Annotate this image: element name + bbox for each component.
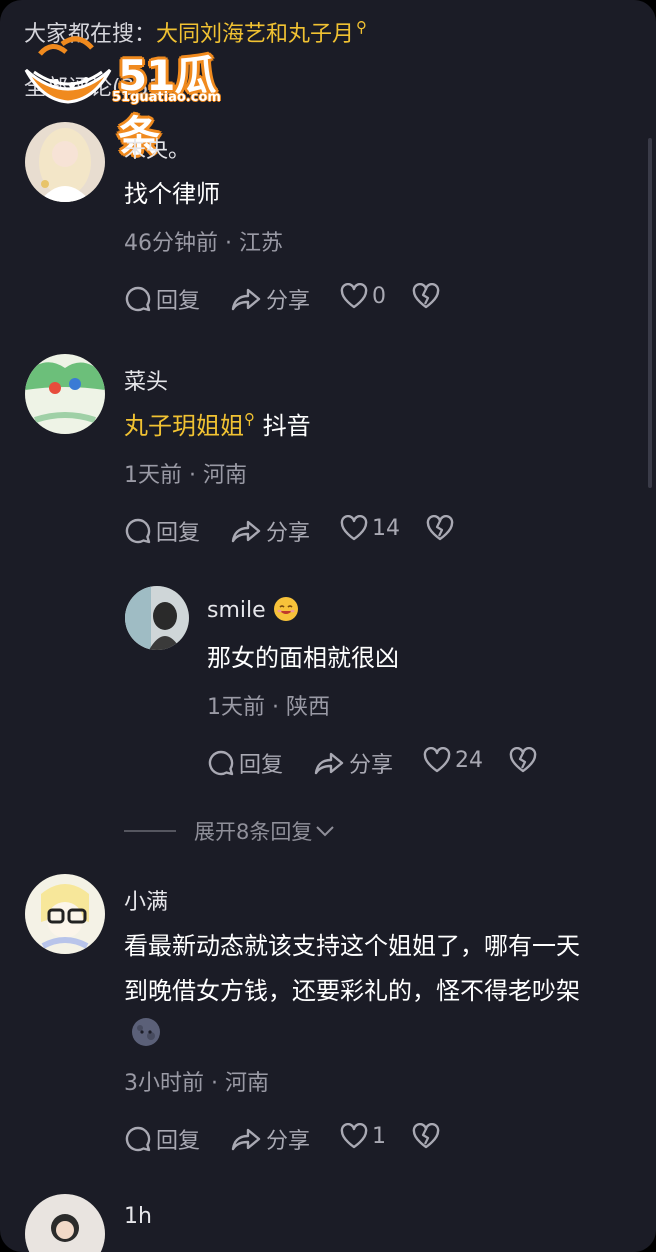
share-label: 分享 — [266, 521, 311, 546]
watermark-domain: 51guatiao.com — [112, 90, 221, 105]
like-count: 0 — [372, 283, 386, 309]
watermark-melon-icon — [24, 36, 112, 104]
search-icon: ⚲ — [356, 18, 368, 36]
share-button[interactable]: 分享 — [230, 1123, 310, 1155]
reply-label: 回复 — [156, 521, 201, 546]
broken-heart-icon — [426, 515, 454, 541]
scrollbar[interactable] — [648, 138, 652, 488]
like-button[interactable]: 14 — [340, 515, 400, 541]
heart-icon — [340, 515, 368, 541]
share-arrow-icon — [231, 288, 261, 311]
comment-panel: 大家都在搜：大同刘海艺和丸子月⚲ 全部评论(351) 51瓜条 51guatia… — [0, 0, 656, 1252]
broken-heart-icon — [412, 1123, 440, 1149]
comment-meta: 1天前 · 河南 — [124, 463, 247, 488]
avatar[interactable] — [25, 1194, 105, 1252]
comment-author[interactable]: 1h — [124, 1204, 152, 1229]
like-count: 1 — [372, 1123, 386, 1149]
comment-text-rest: 抖音 — [262, 412, 311, 440]
comment-actions: 回复 分享 0 — [124, 283, 464, 317]
heart-icon — [423, 747, 451, 773]
comment-text: 那女的面相就很凶 — [207, 644, 399, 672]
like-count: 14 — [372, 515, 400, 541]
comment-text-line: 看最新动态就该支持这个姐姐了，哪有一天 — [124, 932, 580, 960]
reply-label: 回复 — [156, 1129, 201, 1154]
share-button[interactable]: 分享 — [230, 515, 310, 547]
share-button[interactable]: 分享 — [230, 283, 310, 315]
comment-actions: 回复 分享 14 — [124, 515, 464, 549]
comment-meta: 46分钟前 · 江苏 — [124, 231, 283, 256]
dislike-button[interactable] — [426, 515, 454, 541]
expand-replies-button[interactable]: 展开8条回复 — [124, 816, 336, 846]
comment-bubble-icon — [125, 1126, 151, 1152]
comment-author[interactable]: 菜头 — [124, 364, 168, 396]
avatar-image — [125, 586, 189, 650]
comment-meta: 1天前 · 陕西 — [207, 695, 330, 720]
comment-author-name: smile — [207, 598, 266, 623]
comment-bubble-icon — [125, 518, 151, 544]
dislike-button[interactable] — [412, 283, 440, 309]
share-label: 分享 — [266, 289, 311, 314]
broken-heart-icon — [509, 747, 537, 773]
avatar[interactable] — [125, 586, 189, 650]
avatar-image — [25, 1194, 105, 1252]
avatar[interactable] — [25, 354, 105, 434]
share-arrow-icon — [231, 1128, 261, 1151]
comment-text: 找个律师 — [124, 180, 220, 208]
comment-author[interactable]: smile — [207, 596, 299, 623]
watermark-logo: 51瓜条 51guatiao.com — [22, 34, 254, 161]
share-arrow-icon — [231, 520, 261, 543]
share-label: 分享 — [266, 1129, 311, 1154]
comment-text: 丸子玥姐姐⚲ 抖音 — [124, 404, 311, 452]
like-button[interactable]: 24 — [423, 747, 483, 773]
reply-button[interactable]: 回复 — [124, 515, 200, 547]
dislike-button[interactable] — [509, 747, 537, 773]
like-count: 24 — [455, 747, 483, 773]
reply-label: 回复 — [239, 753, 284, 778]
comment-actions: 回复 分享 24 — [207, 747, 547, 781]
chevron-down-icon — [316, 826, 335, 837]
share-button[interactable]: 分享 — [313, 747, 393, 779]
heart-icon — [340, 283, 368, 309]
comment-bubble-icon — [208, 750, 234, 776]
heart-icon — [340, 1123, 368, 1149]
moon-emoji-icon — [130, 1016, 162, 1052]
reply-button[interactable]: 回复 — [124, 283, 200, 315]
share-arrow-icon — [314, 752, 344, 775]
avatar[interactable] — [25, 122, 105, 202]
divider — [124, 830, 176, 832]
reply-button[interactable]: 回复 — [207, 747, 283, 779]
reply-button[interactable]: 回复 — [124, 1123, 200, 1155]
dislike-button[interactable] — [412, 1123, 440, 1149]
avatar[interactable] — [25, 874, 105, 954]
avatar-image — [25, 122, 105, 202]
comment-bubble-icon — [125, 286, 151, 312]
comment-text-line: 到晚借女方钱，还要彩礼的，怪不得老吵架 — [124, 977, 580, 1005]
search-icon: ⚲ — [244, 410, 255, 428]
expand-replies-label: 展开8条回复 — [194, 820, 313, 844]
comment-actions: 回复 分享 1 — [124, 1123, 464, 1157]
smile-emoji-icon — [273, 597, 298, 621]
like-button[interactable]: 0 — [340, 283, 386, 309]
reply-label: 回复 — [156, 289, 201, 314]
share-label: 分享 — [349, 753, 394, 778]
avatar-image — [25, 354, 105, 434]
like-button[interactable]: 1 — [340, 1123, 386, 1149]
avatar-image — [25, 874, 105, 954]
broken-heart-icon — [412, 283, 440, 309]
comment-meta: 3小时前 · 河南 — [124, 1071, 269, 1096]
search-link-text[interactable]: 丸子玥姐姐 — [124, 412, 244, 440]
comment-author[interactable]: 未央。 — [124, 132, 190, 164]
comment-author[interactable]: 小满 — [124, 884, 168, 916]
